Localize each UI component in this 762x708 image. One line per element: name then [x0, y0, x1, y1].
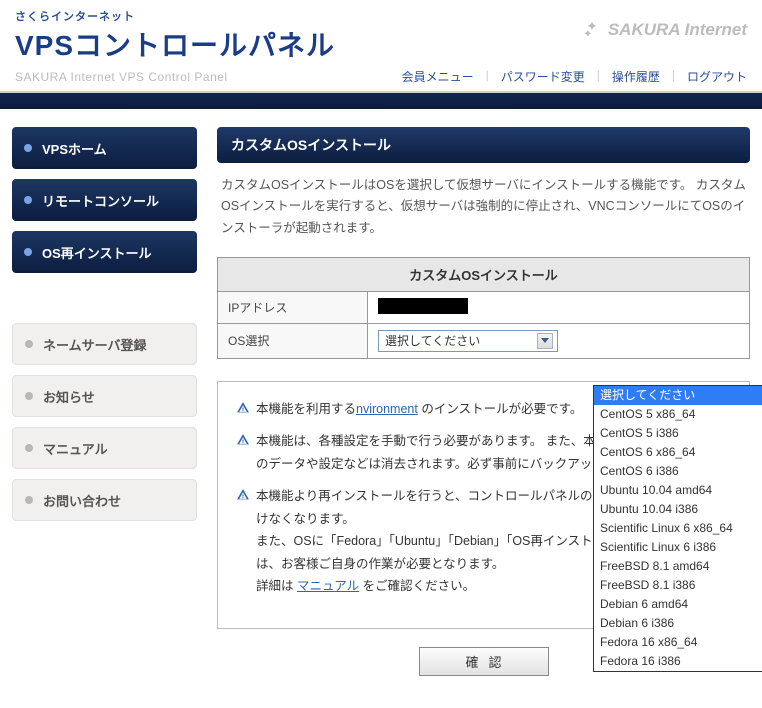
sidebar-item-label: ネームサーバ登録 — [43, 335, 146, 354]
warning-icon — [236, 401, 250, 414]
sidebar-item-label: お問い合わせ — [43, 491, 121, 510]
os-select[interactable]: 選択してください — [378, 330, 558, 352]
os-option[interactable]: Ubuntu 10.04 amd64 — [594, 481, 762, 500]
sidebar-item-vps-home[interactable]: VPSホーム — [12, 127, 197, 169]
install-form-table: カスタムOSインストール IPアドレス OS選択 選択してください — [217, 257, 750, 359]
sidebar-item-remote-console[interactable]: リモートコンソール — [12, 179, 197, 221]
os-option[interactable]: CentOS 5 i386 — [594, 424, 762, 443]
bullet-icon — [25, 340, 33, 348]
sidebar-item-os-reinstall[interactable]: OS再インストール — [12, 231, 197, 273]
ip-cell — [368, 291, 750, 323]
os-option[interactable]: Fedora 16 i386 — [594, 652, 762, 671]
form-caption: カスタムOSインストール — [218, 257, 750, 291]
sakura-logo-icon — [582, 20, 602, 40]
os-select-dropdown[interactable]: 選択してくださいCentOS 5 x86_64CentOS 5 i386Cent… — [593, 385, 762, 672]
sidebar: VPSホーム リモートコンソール OS再インストール ネームサーバ登録 お知らせ… — [12, 127, 197, 676]
blue-strip — [0, 93, 762, 109]
chevron-down-icon[interactable] — [537, 333, 553, 349]
os-option[interactable]: Debian 6 i386 — [594, 614, 762, 633]
top-menu-history[interactable]: 操作履歴 — [612, 68, 660, 85]
header: さくらインターネット VPSコントロールパネル SAKURA Internet — [0, 0, 762, 64]
brand-right: SAKURA Internet — [582, 20, 747, 40]
os-option[interactable]: Debian 6 amd64 — [594, 595, 762, 614]
main: カスタムOSインストール カスタムOSインストールはOSを選択して仮想サーバにイ… — [217, 127, 750, 676]
sidebar-item-label: マニュアル — [43, 439, 108, 458]
top-menu-member[interactable]: 会員メニュー — [402, 68, 474, 85]
link-manual[interactable]: マニュアル — [297, 579, 359, 593]
sidebar-item-label: VPSホーム — [42, 139, 107, 158]
page-title: カスタムOSインストール — [217, 127, 750, 163]
top-menu-logout[interactable]: ログアウト — [687, 68, 747, 85]
brand-right-text: SAKURA Internet — [608, 20, 747, 40]
bullet-icon — [25, 496, 33, 504]
os-option[interactable]: Scientific Linux 6 x86_64 — [594, 519, 762, 538]
subbar-caption: SAKURA Internet VPS Control Panel — [15, 70, 228, 84]
os-option[interactable]: FreeBSD 8.1 amd64 — [594, 557, 762, 576]
os-option[interactable]: 選択してください — [594, 386, 762, 405]
sidebar-item-label: OS再インストール — [42, 243, 152, 262]
top-menu: 会員メニュー| パスワード変更| 操作履歴| ログアウト — [402, 68, 747, 85]
bullet-icon — [24, 144, 32, 152]
warning-icon — [236, 433, 250, 446]
sidebar-item-label: お知らせ — [43, 387, 95, 406]
bullet-icon — [24, 248, 32, 256]
bullet-icon — [25, 444, 33, 452]
os-option[interactable]: Ubuntu 10.04 i386 — [594, 500, 762, 519]
os-option[interactable]: CentOS 5 x86_64 — [594, 405, 762, 424]
sub-bar: SAKURA Internet VPS Control Panel 会員メニュー… — [0, 64, 762, 93]
os-option[interactable]: Scientific Linux 6 i386 — [594, 538, 762, 557]
sidebar-item-manual[interactable]: マニュアル — [12, 427, 197, 469]
ip-label: IPアドレス — [218, 291, 368, 323]
os-cell: 選択してください — [368, 323, 750, 358]
warning-icon — [236, 488, 250, 501]
page-lead: カスタムOSインストールはOSを選択して仮想サーバにインストールする機能です。 … — [221, 175, 746, 239]
os-option[interactable]: Fedora 16 x86_64 — [594, 633, 762, 652]
top-menu-password[interactable]: パスワード変更 — [501, 68, 585, 85]
sidebar-item-label: リモートコンソール — [42, 191, 159, 210]
os-label: OS選択 — [218, 323, 368, 358]
bullet-icon — [24, 196, 32, 204]
link-jre[interactable]: nvironment — [356, 402, 418, 416]
bullet-icon — [25, 392, 33, 400]
os-option[interactable]: CentOS 6 x86_64 — [594, 443, 762, 462]
os-option[interactable]: FreeBSD 8.1 i386 — [594, 576, 762, 595]
sidebar-item-news[interactable]: お知らせ — [12, 375, 197, 417]
sidebar-item-contact[interactable]: お問い合わせ — [12, 479, 197, 521]
os-select-value: 選択してください — [385, 332, 480, 349]
sidebar-item-nameserver[interactable]: ネームサーバ登録 — [12, 323, 197, 365]
os-option[interactable]: CentOS 6 i386 — [594, 462, 762, 481]
confirm-button[interactable]: 確認 — [419, 647, 549, 676]
ip-address-redacted — [378, 298, 468, 314]
